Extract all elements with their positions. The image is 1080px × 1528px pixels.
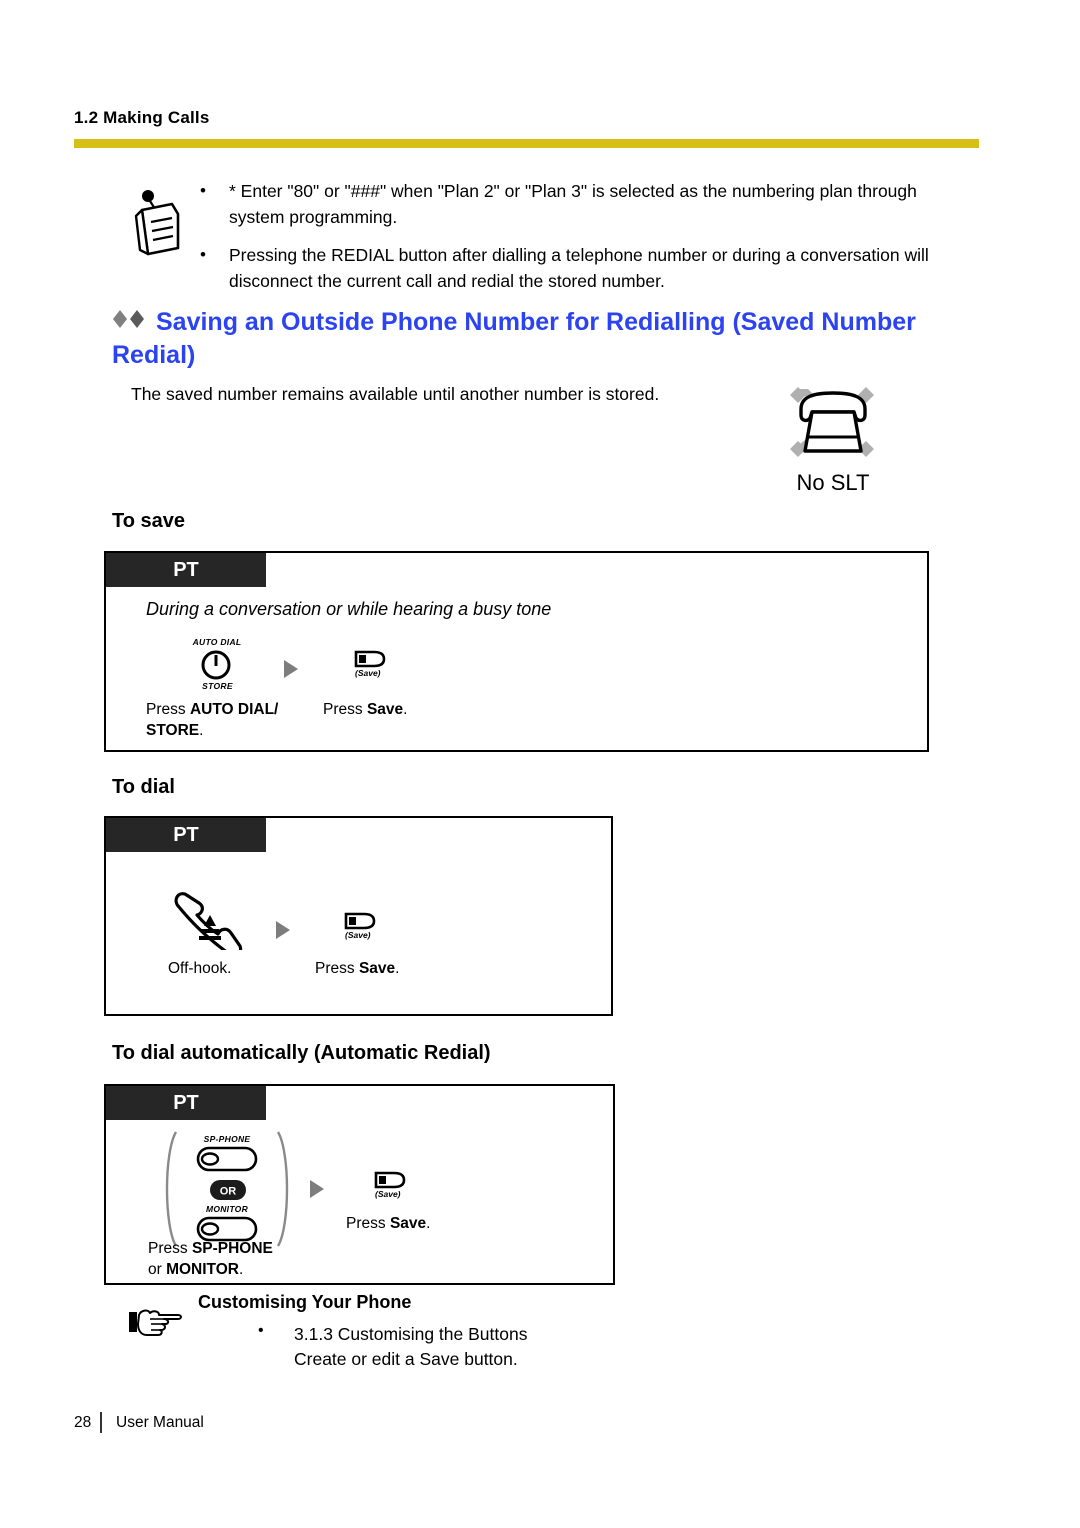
key-label-top: AUTO DIAL bbox=[192, 637, 242, 647]
no-slt-label: No SLT bbox=[796, 470, 870, 495]
list-item: • * Enter "80" or "###" when "Plan 2" or… bbox=[194, 178, 954, 230]
running-head: 1.2 Making Calls bbox=[74, 108, 210, 127]
caption-period: . bbox=[239, 1261, 244, 1278]
caption-period: . bbox=[426, 1215, 431, 1232]
svg-text:OR: OR bbox=[220, 1186, 237, 1198]
footer-doc-title: User Manual bbox=[116, 1413, 204, 1431]
customising-line-1: 3.1.3 Customising the Buttons bbox=[294, 1324, 528, 1344]
arrow-right-icon bbox=[310, 1180, 324, 1198]
footer-divider bbox=[100, 1412, 102, 1433]
caption-save: Press Save. bbox=[315, 958, 399, 979]
sp-phone-key-icon bbox=[196, 1146, 258, 1177]
arrow-right-icon bbox=[276, 921, 290, 939]
caption-text: Press bbox=[146, 701, 190, 718]
note-list: • * Enter "80" or "###" when "Plan 2" or… bbox=[194, 178, 954, 294]
save-key-sublabel: (Save) bbox=[355, 668, 381, 678]
key-label-monitor: MONITOR bbox=[205, 1204, 249, 1214]
page-title-text: Saving an Outside Phone Number for Redia… bbox=[112, 308, 916, 369]
customising-list: • 3.1.3 Customising the Buttons Create o… bbox=[258, 1322, 688, 1372]
no-slt-badge: No SLT bbox=[778, 385, 888, 496]
page-footer: 28 User Manual bbox=[74, 1412, 204, 1433]
bullet-glyph: • bbox=[200, 245, 206, 264]
caption-save: Press Save. bbox=[323, 699, 407, 720]
key-label-bottom: STORE bbox=[202, 681, 233, 691]
caption-bold: Save bbox=[358, 960, 396, 977]
page-title: Saving an Outside Phone Number for Redia… bbox=[112, 305, 962, 372]
caption-sp-phone-monitor: Press SP-PHONE or MONITOR. bbox=[148, 1238, 273, 1280]
caption-bold: Save bbox=[389, 1215, 427, 1232]
note-block: • * Enter "80" or "###" when "Plan 2" or… bbox=[128, 178, 958, 306]
caption-text: Press bbox=[148, 1240, 192, 1257]
caption-period: . bbox=[199, 722, 204, 739]
procedure-box-to-dial: PT (Save) Off-hook. Press Save. bbox=[104, 816, 613, 1016]
double-diamond-icon bbox=[112, 305, 146, 338]
caption-off-hook: Off-hook. bbox=[168, 958, 231, 979]
caption-period: . bbox=[395, 960, 400, 977]
procedure-box-auto-redial: PT SP-PHONE OR MONITOR (Save) Press SP-P… bbox=[104, 1084, 615, 1285]
caption-bold: AUTO DIAL/ bbox=[189, 701, 279, 718]
note-text-2: Pressing the REDIAL button after diallin… bbox=[229, 245, 929, 291]
save-key-sublabel: (Save) bbox=[375, 1189, 401, 1199]
caption-text-2: or bbox=[148, 1261, 167, 1278]
caption-bold-2: MONITOR bbox=[166, 1261, 239, 1278]
key-label-sp-phone: SP-PHONE bbox=[203, 1134, 251, 1144]
caption-bold-2: STORE bbox=[146, 722, 200, 739]
bullet-glyph: • bbox=[258, 1322, 264, 1339]
caption-text: Press bbox=[323, 701, 367, 718]
pointing-hand-icon bbox=[128, 1304, 184, 1338]
note-pad-icon bbox=[128, 186, 190, 256]
or-badge-icon: OR bbox=[209, 1179, 247, 1206]
page-number: 28 bbox=[74, 1413, 92, 1431]
save-key-sublabel: (Save) bbox=[345, 930, 371, 940]
customising-text: 3.1.3 Customising the Buttons Create or … bbox=[294, 1322, 724, 1372]
caption-bold: SP-PHONE bbox=[191, 1240, 273, 1257]
caption-save: Press Save. bbox=[346, 1213, 430, 1234]
offhook-handset-icon bbox=[168, 888, 252, 957]
procedure-box-to-save: PT During a conversation or while hearin… bbox=[104, 551, 929, 752]
caption-period: . bbox=[403, 701, 408, 718]
customising-line-2: Create or edit a Save button. bbox=[294, 1349, 518, 1369]
subheading-to-save: To save bbox=[112, 510, 185, 532]
bullet-glyph: • bbox=[200, 181, 206, 200]
list-item: • Pressing the REDIAL button after diall… bbox=[194, 242, 954, 294]
caption-text: Press bbox=[346, 1215, 390, 1232]
customising-title: Customising Your Phone bbox=[198, 1292, 412, 1312]
arrow-right-icon bbox=[284, 660, 298, 678]
gold-rule-divider bbox=[74, 139, 979, 148]
subheading-to-dial-automatically: To dial automatically (Automatic Redial) bbox=[112, 1042, 491, 1064]
section-intro: The saved number remains available until… bbox=[131, 384, 660, 404]
caption-bold: Save bbox=[366, 701, 404, 718]
caption-auto-dial-store: Press AUTO DIAL/ STORE. bbox=[146, 699, 278, 741]
subheading-to-dial: To dial bbox=[112, 776, 175, 798]
crossed-out-telephone-icon bbox=[778, 385, 888, 468]
note-text-1: * Enter "80" or "###" when "Plan 2" or "… bbox=[229, 181, 917, 227]
caption-text: Press bbox=[315, 960, 359, 977]
caption-text: Off-hook. bbox=[168, 960, 232, 977]
